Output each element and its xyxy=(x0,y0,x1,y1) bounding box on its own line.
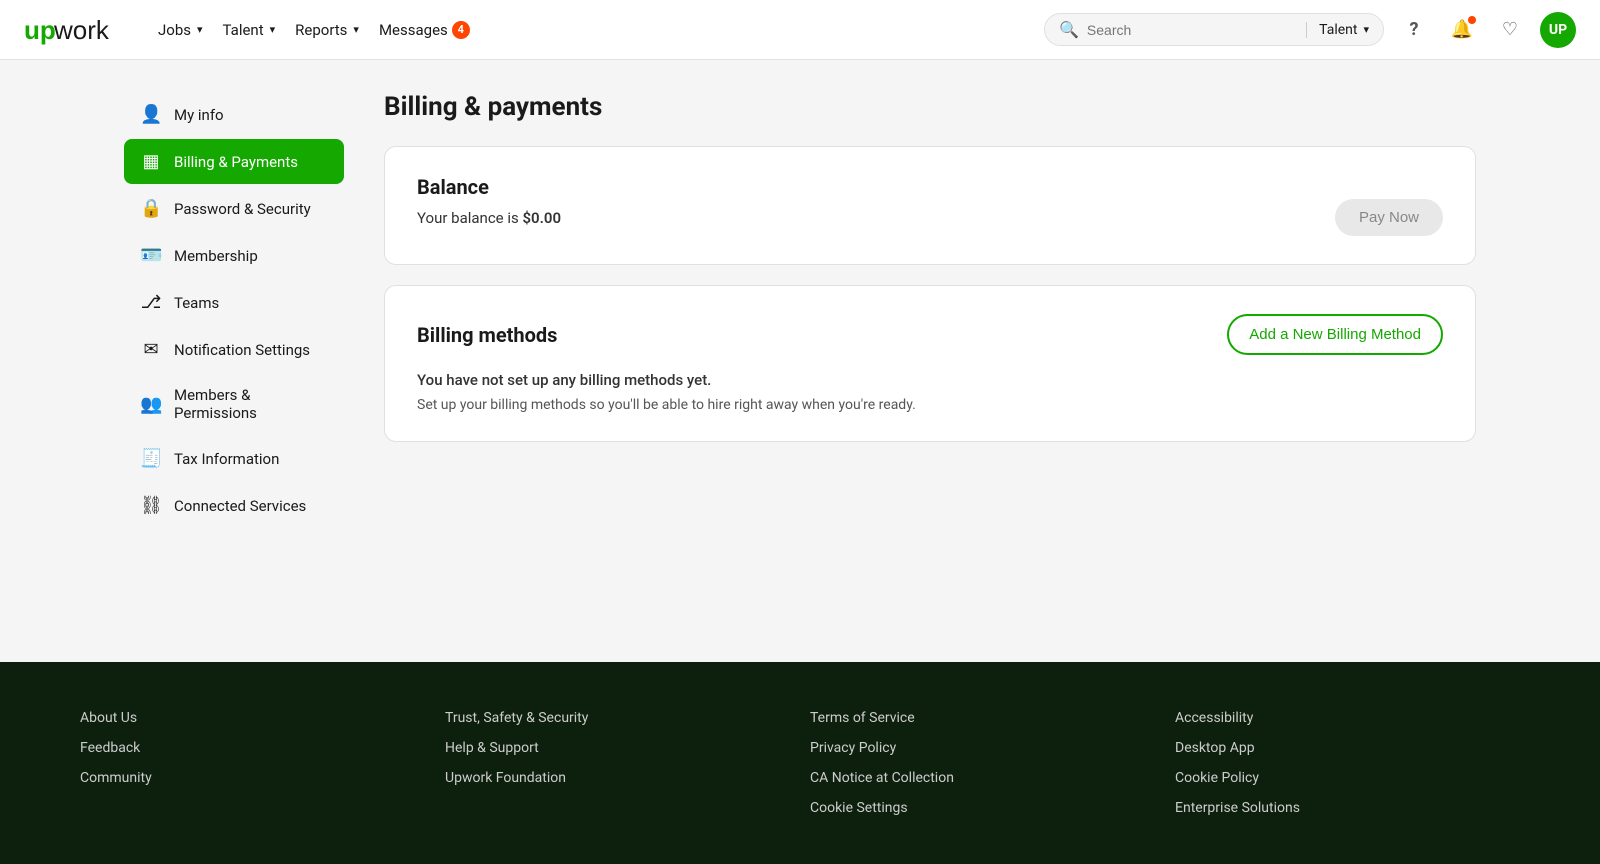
footer-col-4: Accessibility Desktop App Cookie Policy … xyxy=(1175,710,1520,816)
nav-messages[interactable]: Messages 4 xyxy=(371,17,478,43)
billing-methods-title: Billing methods xyxy=(417,323,557,347)
main-content: Billing & payments Balance Your balance … xyxy=(384,92,1476,630)
notification-dot xyxy=(1468,16,1476,24)
balance-card-title: Balance xyxy=(417,175,1443,199)
footer-link-accessibility[interactable]: Accessibility xyxy=(1175,710,1520,726)
balance-amount: $0.00 xyxy=(522,209,561,227)
sidebar-item-tax-information[interactable]: 🧾 Tax Information xyxy=(124,436,344,481)
add-billing-method-button[interactable]: Add a New Billing Method xyxy=(1227,314,1443,355)
group-icon: 👥 xyxy=(140,394,162,415)
billing-sub-message: Set up your billing methods so you'll be… xyxy=(417,397,1443,413)
sidebar-item-my-info[interactable]: 👤 My info xyxy=(124,92,344,137)
footer-link-upwork-foundation[interactable]: Upwork Foundation xyxy=(445,770,790,786)
hierarchy-icon: ⎇ xyxy=(140,292,162,313)
page-title: Billing & payments xyxy=(384,92,1476,122)
chevron-down-icon: ▾ xyxy=(270,23,276,36)
chevron-down-icon: ▾ xyxy=(1363,23,1369,36)
search-bar[interactable]: 🔍 Talent ▾ xyxy=(1044,13,1384,46)
navbar: up work Jobs ▾ Talent ▾ Reports ▾ Messag… xyxy=(0,0,1600,60)
wallet-icon: ▦ xyxy=(140,151,162,172)
notifications-button[interactable]: 🔔 xyxy=(1444,12,1480,48)
footer-col-3: Terms of Service Privacy Policy CA Notic… xyxy=(810,710,1155,816)
footer-col-1: About Us Feedback Community xyxy=(80,710,425,816)
search-icon: 🔍 xyxy=(1059,20,1079,39)
footer-link-cookie-settings[interactable]: Cookie Settings xyxy=(810,800,1155,816)
chevron-down-icon: ▾ xyxy=(353,23,359,36)
nav-reports[interactable]: Reports ▾ xyxy=(287,17,367,43)
search-input[interactable] xyxy=(1087,22,1298,38)
messages-badge: 4 xyxy=(452,21,470,39)
footer-link-trust-safety[interactable]: Trust, Safety & Security xyxy=(445,710,790,726)
pay-now-button[interactable]: Pay Now xyxy=(1335,199,1443,236)
svg-text:up: up xyxy=(24,15,56,45)
nav-right: 🔍 Talent ▾ ? 🔔 ♡ UP xyxy=(1044,12,1576,48)
footer-link-feedback[interactable]: Feedback xyxy=(80,740,425,756)
footer-col-2: Trust, Safety & Security Help & Support … xyxy=(445,710,790,816)
balance-card: Balance Your balance is $0.00 Pay Now xyxy=(384,146,1476,265)
sidebar-item-billing-payments[interactable]: ▦ Billing & Payments xyxy=(124,139,344,184)
sidebar-item-connected-services[interactable]: ⛓ Connected Services xyxy=(124,483,344,528)
lock-icon: 🔒 xyxy=(140,198,162,219)
sidebar-item-membership[interactable]: 🪪 Membership xyxy=(124,233,344,278)
footer-link-help-support[interactable]: Help & Support xyxy=(445,740,790,756)
person-icon: 👤 xyxy=(140,104,162,125)
footer: About Us Feedback Community Trust, Safet… xyxy=(0,662,1600,864)
talent-filter-dropdown[interactable]: Talent ▾ xyxy=(1306,22,1369,38)
heart-icon: ♡ xyxy=(1502,19,1518,40)
balance-text: Your balance is $0.00 xyxy=(417,209,561,227)
nav-talent[interactable]: Talent ▾ xyxy=(215,17,284,43)
card-icon: 🪪 xyxy=(140,245,162,266)
footer-grid: About Us Feedback Community Trust, Safet… xyxy=(80,710,1520,816)
footer-link-privacy[interactable]: Privacy Policy xyxy=(810,740,1155,756)
footer-link-community[interactable]: Community xyxy=(80,770,425,786)
sidebar-item-members-permissions[interactable]: 👥 Members & Permissions xyxy=(124,374,344,434)
sidebar: 👤 My info ▦ Billing & Payments 🔒 Passwor… xyxy=(124,92,344,630)
footer-link-about-us[interactable]: About Us xyxy=(80,710,425,726)
favorites-button[interactable]: ♡ xyxy=(1492,12,1528,48)
balance-row: Your balance is $0.00 Pay Now xyxy=(417,199,1443,236)
user-avatar[interactable]: UP xyxy=(1540,12,1576,48)
footer-link-desktop-app[interactable]: Desktop App xyxy=(1175,740,1520,756)
billing-methods-header: Billing methods Add a New Billing Method xyxy=(417,314,1443,355)
upwork-logo[interactable]: up work xyxy=(24,15,114,45)
sidebar-item-password-security[interactable]: 🔒 Password & Security xyxy=(124,186,344,231)
footer-link-ca-notice[interactable]: CA Notice at Collection xyxy=(810,770,1155,786)
help-button[interactable]: ? xyxy=(1396,12,1432,48)
footer-link-terms[interactable]: Terms of Service xyxy=(810,710,1155,726)
billing-empty-message: You have not set up any billing methods … xyxy=(417,371,1443,389)
sidebar-item-notification-settings[interactable]: ✉ Notification Settings xyxy=(124,327,344,372)
calculator-icon: 🧾 xyxy=(140,448,162,469)
sidebar-item-teams[interactable]: ⎇ Teams xyxy=(124,280,344,325)
nav-links: Jobs ▾ Talent ▾ Reports ▾ Messages 4 xyxy=(150,17,1016,43)
footer-link-cookie-policy[interactable]: Cookie Policy xyxy=(1175,770,1520,786)
footer-link-enterprise[interactable]: Enterprise Solutions xyxy=(1175,800,1520,816)
chevron-down-icon: ▾ xyxy=(197,23,203,36)
svg-text:work: work xyxy=(53,15,110,45)
page-wrapper: 👤 My info ▦ Billing & Payments 🔒 Passwor… xyxy=(100,60,1500,662)
link-icon: ⛓ xyxy=(140,495,162,516)
nav-jobs[interactable]: Jobs ▾ xyxy=(150,17,211,43)
mail-icon: ✉ xyxy=(140,339,162,360)
billing-methods-card: Billing methods Add a New Billing Method… xyxy=(384,285,1476,442)
